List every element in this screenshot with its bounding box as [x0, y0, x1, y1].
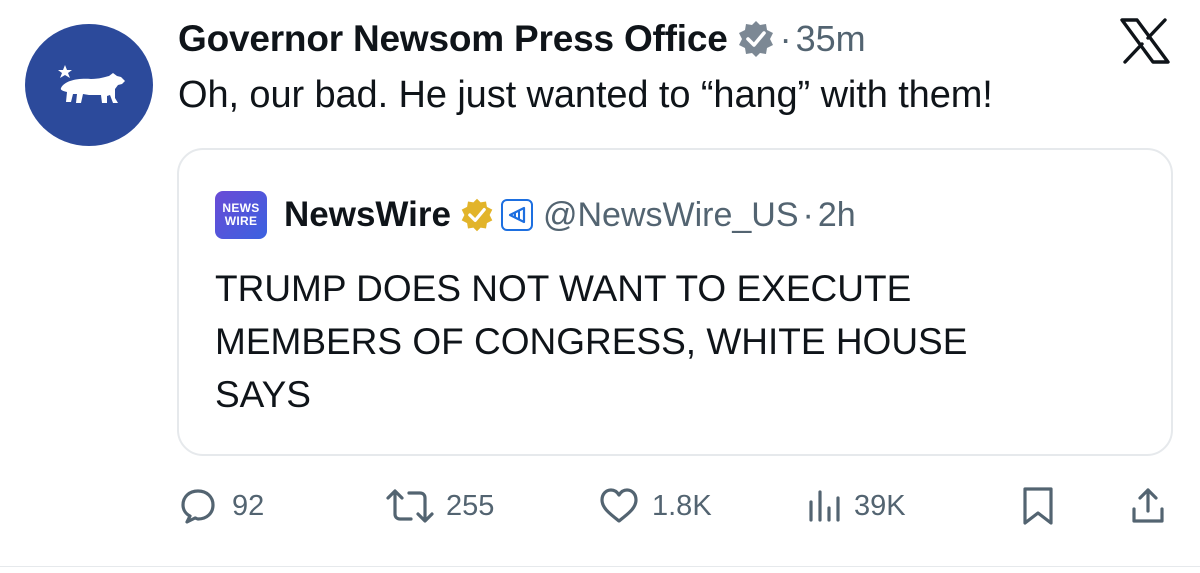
header-separator: · — [779, 18, 792, 59]
quote-display-name[interactable]: NewsWire — [284, 195, 451, 235]
quoted-tweet-card[interactable]: NEWS WIRE NewsWire @NewsWire_US · 2h TRU… — [177, 148, 1173, 456]
newswire-avatar[interactable]: NEWS WIRE — [215, 191, 267, 239]
author-display-name[interactable]: Governor Newsom Press Office — [178, 18, 728, 60]
tweet-header: Governor Newsom Press Office · 35m — [178, 12, 866, 66]
verified-badge-icon[interactable] — [736, 19, 776, 59]
like-count: 1.8K — [652, 489, 712, 522]
avatar[interactable] — [25, 24, 153, 146]
view-count: 39K — [854, 489, 906, 522]
gold-verified-badge-icon[interactable] — [459, 197, 495, 233]
quote-text: TRUMP DOES NOT WANT TO EXECUTE MEMBERS O… — [215, 268, 968, 415]
views-button[interactable]: 39K — [806, 478, 906, 534]
repost-button[interactable]: 255 — [384, 478, 494, 534]
quote-timestamp[interactable]: 2h — [818, 196, 856, 235]
reply-button[interactable]: 92 — [178, 478, 264, 534]
repost-icon — [386, 489, 434, 523]
affiliate-badge-icon[interactable] — [500, 199, 533, 231]
divider — [0, 566, 1200, 567]
quote-separator: · — [802, 195, 814, 234]
like-button[interactable]: 1.8K — [598, 478, 712, 534]
reply-count: 92 — [232, 489, 265, 522]
share-button[interactable] — [1128, 478, 1168, 534]
bookmark-icon — [1023, 487, 1053, 525]
bookmark-button[interactable] — [1020, 478, 1056, 534]
action-bar: 92 255 1.8K 39K — [0, 478, 1200, 534]
california-bear-icon — [58, 65, 125, 103]
share-icon — [1132, 488, 1164, 523]
reply-icon — [181, 489, 215, 524]
quote-handle[interactable]: @NewsWire_US — [543, 196, 799, 235]
newswire-logo-line-2: WIRE — [224, 214, 258, 228]
tweet-timestamp[interactable]: 35m — [796, 18, 866, 60]
tweet-text: Oh, our bad. He just wanted to “hang” wi… — [178, 74, 993, 116]
x-logo-icon — [1118, 16, 1172, 66]
quote-header: NEWS WIRE NewsWire @NewsWire_US · 2h — [215, 190, 856, 240]
heart-icon — [600, 488, 638, 523]
views-chart-icon — [809, 490, 840, 522]
repost-count: 255 — [446, 489, 495, 522]
tweet: Governor Newsom Press Office · 35m Oh, o… — [0, 0, 1200, 573]
